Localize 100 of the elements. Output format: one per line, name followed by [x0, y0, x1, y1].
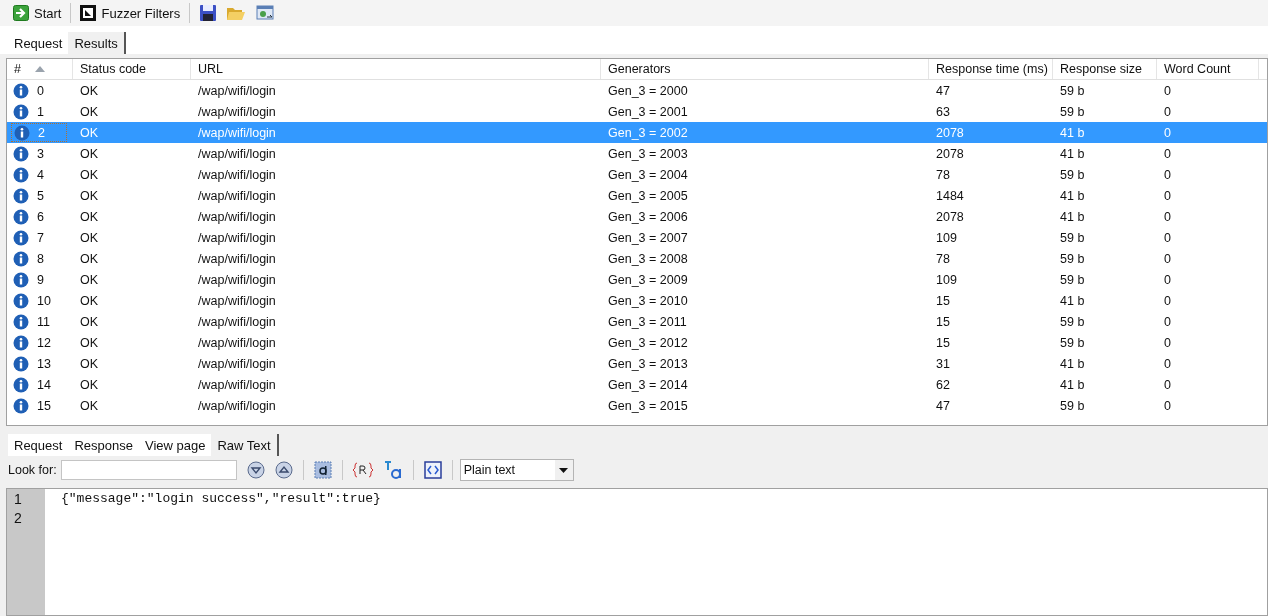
table-cell: 0: [1164, 272, 1171, 287]
table-cell: 3: [37, 146, 44, 161]
table-cell: 41 b: [1060, 146, 1085, 161]
table-cell: 109: [936, 272, 957, 287]
column-header[interactable]: URL: [191, 59, 601, 79]
info-icon: [13, 292, 29, 309]
table-row[interactable]: 10 OK /wap/wifi/login Gen_3 = 2010 15 41 b 0: [7, 290, 1267, 311]
tab[interactable]: View page: [138, 434, 212, 456]
column-title: Response time (ms): [936, 62, 1048, 76]
column-header[interactable]: Status code: [73, 59, 191, 79]
table-cell: 59 b: [1060, 314, 1085, 329]
look-for-label: Look for:: [8, 463, 57, 477]
table-row[interactable]: 9 OK /wap/wifi/login Gen_3 = 2009 109 59 b 0: [7, 269, 1267, 290]
table-row[interactable]: 6 OK /wap/wifi/login Gen_3 = 2006 2078 41 b 0: [7, 206, 1267, 227]
table-cell: 9: [37, 272, 44, 287]
table-cell: /wap/wifi/login: [198, 146, 276, 161]
table-row[interactable]: 0 OK /wap/wifi/login Gen_3 = 2000 47 59 b 0: [7, 80, 1267, 101]
table-cell: OK: [80, 104, 99, 119]
table-cell: OK: [80, 272, 99, 287]
code-brackets-icon: [423, 461, 442, 479]
down-circle-icon: [246, 461, 265, 479]
column-header[interactable]: Response size: [1053, 59, 1157, 79]
table-cell: 59 b: [1060, 251, 1085, 266]
tab[interactable]: Results: [68, 32, 126, 54]
table-row[interactable]: 15 OK /wap/wifi/login Gen_3 = 2015 47 59 b 0: [7, 395, 1267, 416]
letters-icon: [382, 460, 403, 480]
table-cell: 59 b: [1060, 398, 1085, 413]
table-cell: Gen_3 = 2003: [608, 146, 688, 161]
column-title: Status code: [80, 62, 146, 76]
info-icon: [13, 82, 29, 99]
table-cell: 0: [1164, 146, 1171, 161]
table-cell: Gen_3 = 2014: [608, 377, 688, 392]
table-cell: 0: [1164, 125, 1171, 140]
table-row[interactable]: 1 OK /wap/wifi/login Gen_3 = 2001 63 59 b 0: [7, 101, 1267, 122]
table-cell: 41 b: [1060, 356, 1085, 371]
table-cell: 59 b: [1060, 104, 1085, 119]
arrow-right-icon: [13, 5, 29, 21]
table-cell: /wap/wifi/login: [198, 188, 276, 203]
table-cell: 1: [37, 104, 44, 119]
column-header[interactable]: Response time (ms): [929, 59, 1053, 79]
column-title: #: [14, 62, 21, 76]
table-cell: 41 b: [1060, 209, 1085, 224]
table-cell: 59 b: [1060, 167, 1085, 182]
table-cell: 14: [37, 377, 51, 392]
table-cell: Gen_3 = 2001: [608, 104, 688, 119]
table-cell: /wap/wifi/login: [198, 83, 276, 98]
braces-icon: [352, 462, 373, 478]
table-cell: 47: [936, 398, 950, 413]
tab[interactable]: Response: [68, 434, 139, 456]
table-cell: 0: [37, 83, 44, 98]
column-header[interactable]: Word Count: [1157, 59, 1259, 79]
table-cell: /wap/wifi/login: [198, 398, 276, 413]
table-cell: 31: [936, 356, 950, 371]
tab[interactable]: Request: [8, 434, 69, 456]
info-icon: [13, 355, 29, 372]
table-cell: 78: [936, 251, 950, 266]
line-number: 2: [13, 510, 23, 528]
table-row[interactable]: 7 OK /wap/wifi/login Gen_3 = 2007 109 59 b 0: [7, 227, 1267, 248]
table-cell: Gen_3 = 2005: [608, 188, 688, 203]
column-header[interactable]: #: [7, 59, 73, 79]
table-cell: 0: [1164, 377, 1171, 392]
table-row[interactable]: 14 OK /wap/wifi/login Gen_3 = 2014 62 41 b 0: [7, 374, 1267, 395]
text-editor[interactable]: 1 2 {"message":"login success","result":true}: [6, 488, 1268, 616]
table-cell: 1484: [936, 188, 964, 203]
start-button[interactable]: Start: [10, 2, 65, 24]
table-cell: 59 b: [1060, 335, 1085, 350]
line-number: 1: [13, 491, 23, 509]
info-icon: [13, 229, 29, 246]
table-cell: 7: [37, 230, 44, 245]
info-icon: [13, 334, 29, 351]
info-icon: [13, 250, 29, 267]
table-row[interactable]: 5 OK /wap/wifi/login Gen_3 = 2005 1484 41 b 0: [7, 185, 1267, 206]
table-cell: 59 b: [1060, 83, 1085, 98]
table-cell: 62: [936, 377, 950, 392]
table-cell: 13: [37, 356, 51, 371]
search-field[interactable]: [60, 460, 237, 480]
table-row[interactable]: 13 OK /wap/wifi/login Gen_3 = 2013 31 41 b 0: [7, 353, 1267, 374]
table-row[interactable]: 3 OK /wap/wifi/login Gen_3 = 2003 2078 41 b 0: [7, 143, 1267, 164]
table-cell: 41 b: [1060, 188, 1085, 203]
table-cell: 0: [1164, 83, 1171, 98]
table-row[interactable]: 4 OK /wap/wifi/login Gen_3 = 2004 78 59 b 0: [7, 164, 1267, 185]
code-line: {"message":"login success","result":true}: [61, 491, 381, 506]
column-header[interactable]: Generators: [601, 59, 929, 79]
table-row[interactable]: 8 OK /wap/wifi/login Gen_3 = 2008 78 59 b 0: [7, 248, 1267, 269]
table-cell: 2078: [936, 125, 964, 140]
table-cell: 47: [936, 83, 950, 98]
table-cell: OK: [80, 125, 99, 140]
table-cell: /wap/wifi/login: [198, 335, 276, 350]
table-row[interactable]: 11 OK /wap/wifi/login Gen_3 = 2011 15 59 b 0: [7, 311, 1267, 332]
table-cell: Gen_3 = 2008: [608, 251, 688, 266]
format-dropdown[interactable]: Plain text: [459, 459, 574, 481]
table-cell: 4: [37, 167, 44, 182]
table-row[interactable]: 12 OK /wap/wifi/login Gen_3 = 2012 15 59 b 0: [7, 332, 1267, 353]
table-cell: OK: [80, 83, 99, 98]
fuzzer-filters-button[interactable]: Fuzzer Filters: [77, 2, 184, 24]
table-cell: 109: [936, 230, 957, 245]
table-cell: 0: [1164, 335, 1171, 350]
table-cell: /wap/wifi/login: [198, 356, 276, 371]
table-cell: 15: [936, 293, 950, 308]
info-icon: [13, 166, 29, 183]
